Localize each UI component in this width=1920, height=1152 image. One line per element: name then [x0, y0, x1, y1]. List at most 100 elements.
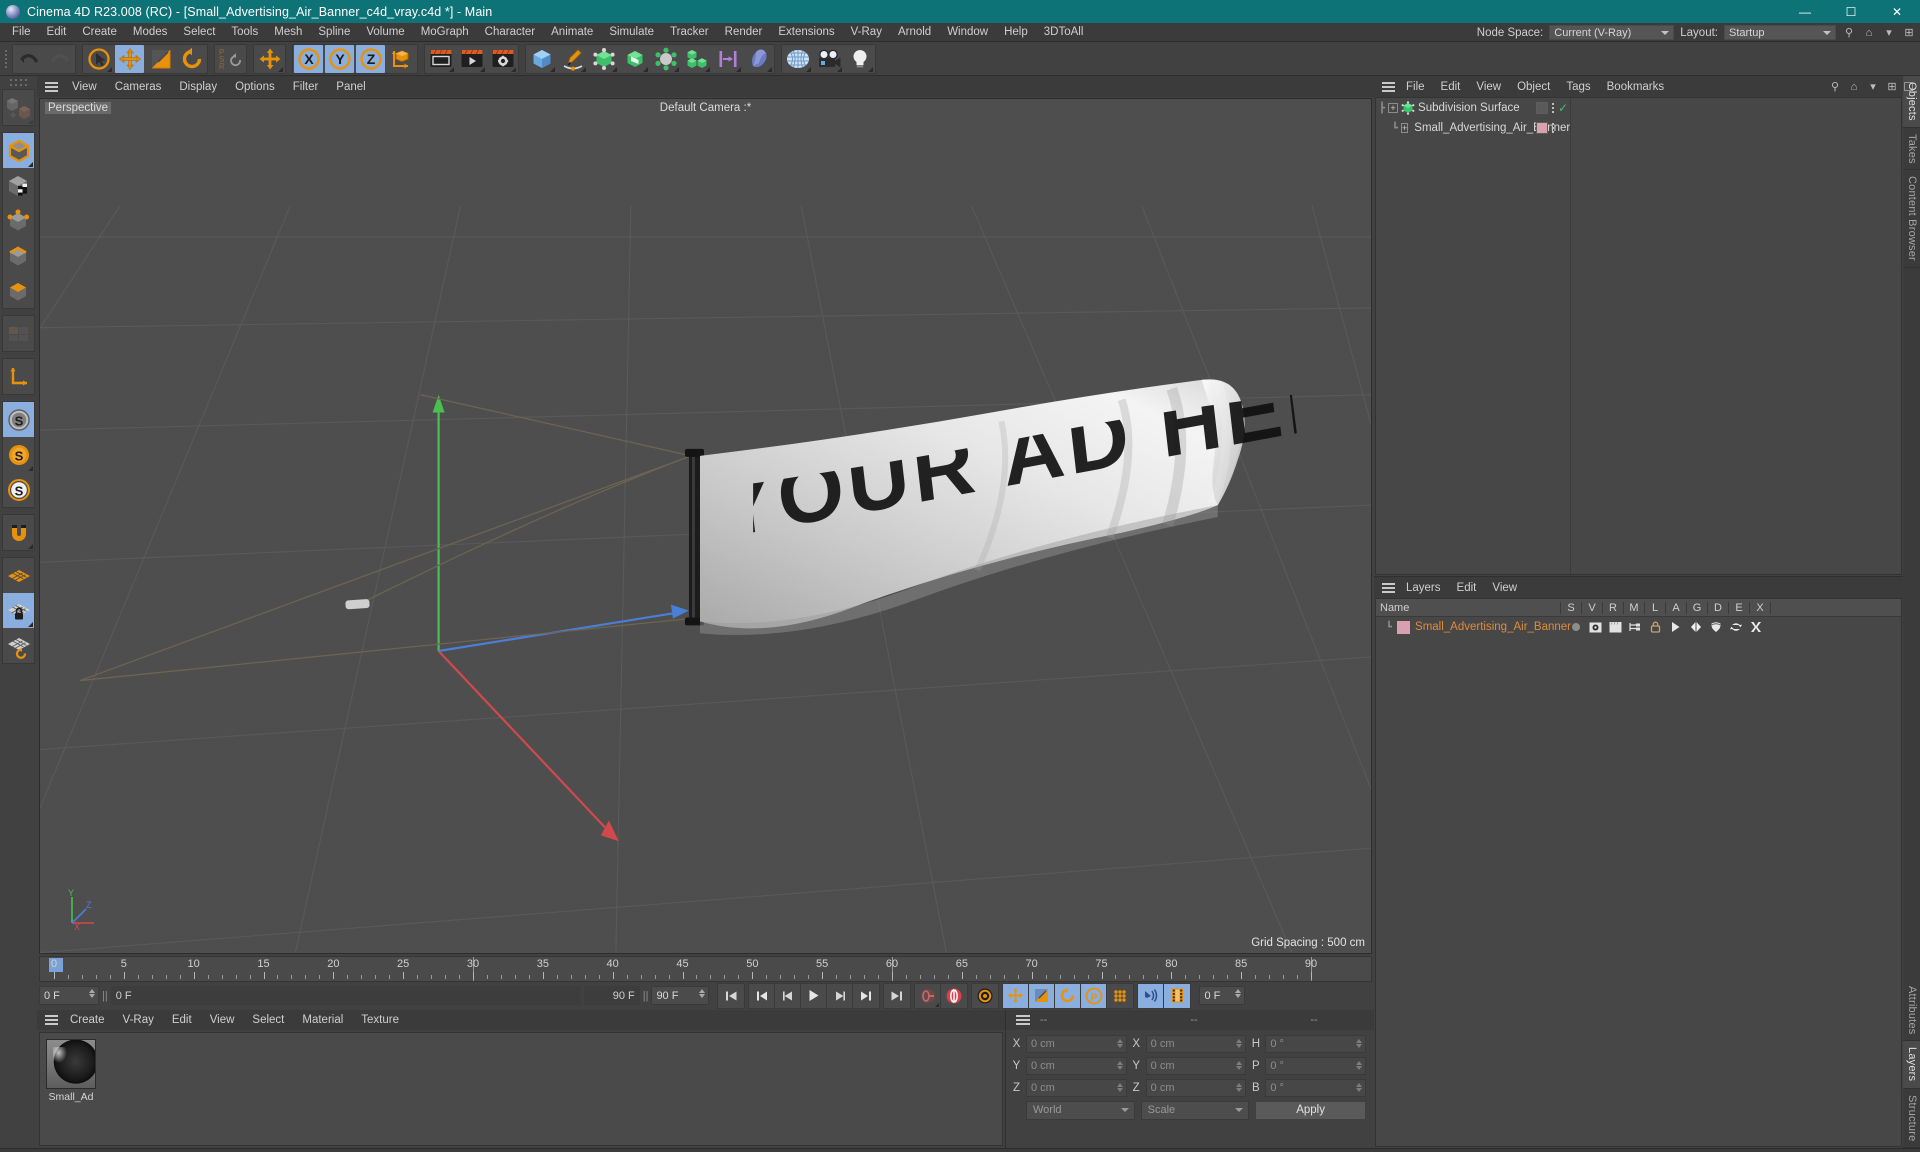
spinner-icon[interactable]	[699, 989, 706, 999]
minimize-button[interactable]: —	[1782, 0, 1828, 23]
generator-icon[interactable]	[1688, 621, 1703, 633]
viewport-3d[interactable]: Perspective Default Camera :* Grid Spaci…	[39, 98, 1372, 954]
spinner-icon[interactable]	[1356, 1060, 1363, 1070]
column-g[interactable]: G	[1687, 601, 1708, 614]
field-object-button[interactable]	[713, 44, 742, 73]
layers-menu-edit[interactable]: Edit	[1449, 582, 1485, 594]
column-l[interactable]: L	[1645, 601, 1666, 614]
spinner-icon[interactable]	[1116, 1060, 1123, 1070]
generator-nurbs-button[interactable]	[589, 44, 618, 73]
position-z-field[interactable]: 0 cm	[1026, 1078, 1127, 1097]
current-frame-field[interactable]: 0 F	[39, 986, 99, 1006]
column-x[interactable]: X	[1750, 601, 1771, 614]
left-toolbar-grip[interactable]	[10, 79, 27, 86]
object-dots-icon[interactable]	[1552, 123, 1554, 133]
position-y-field[interactable]: 0 cm	[1026, 1056, 1127, 1075]
viewport-menu-view[interactable]: View	[63, 81, 106, 93]
object-dots-icon[interactable]	[1552, 103, 1554, 113]
light-button[interactable]	[845, 44, 874, 73]
material-menu-icon[interactable]	[41, 1014, 61, 1025]
start-frame-grip[interactable]: ||	[102, 990, 108, 1002]
tab-content-browser[interactable]: Content Browser	[1903, 170, 1920, 269]
spinner-icon[interactable]	[1116, 1038, 1123, 1048]
xpresso-icon[interactable]	[1748, 621, 1763, 633]
record-rotation-button[interactable]	[1055, 983, 1082, 1008]
menu-help[interactable]: Help	[996, 23, 1036, 42]
menu-volume[interactable]: Volume	[358, 23, 412, 42]
menu-simulate[interactable]: Simulate	[601, 23, 662, 42]
menu-3dtoall[interactable]: 3DToAll	[1036, 23, 1092, 42]
menu-mesh[interactable]: Mesh	[266, 23, 310, 42]
psr-toggle[interactable]: PSR	[216, 44, 245, 73]
menu-arnold[interactable]: Arnold	[890, 23, 939, 42]
axis-x-toggle[interactable]: X	[294, 44, 323, 73]
node-space-select[interactable]: Current (V-Ray)	[1549, 25, 1675, 40]
coordinate-mode-select[interactable]: Scale	[1140, 1100, 1250, 1120]
object-menu-tags[interactable]: Tags	[1558, 81, 1598, 93]
render-settings-button[interactable]	[488, 44, 517, 73]
record-point-level-animation-button[interactable]	[1107, 983, 1134, 1008]
object-menu-file[interactable]: File	[1398, 81, 1433, 93]
menu-tracker[interactable]: Tracker	[662, 23, 717, 42]
menu-render[interactable]: Render	[717, 23, 771, 42]
expand-icon[interactable]: +	[1388, 103, 1399, 113]
preview-min-field[interactable]: 0 F	[110, 986, 581, 1006]
viewport-menu-options[interactable]: Options	[226, 81, 284, 93]
edge-mode-button[interactable]	[3, 238, 34, 273]
axis-z-toggle[interactable]: Z	[356, 44, 385, 73]
quantize-snap-button[interactable]: S	[3, 472, 34, 507]
column-d[interactable]: D	[1708, 601, 1729, 614]
animation-play-icon[interactable]	[1668, 621, 1683, 633]
filter-icon[interactable]: ▾	[1882, 26, 1896, 40]
add-icon[interactable]: ⊞	[1885, 80, 1899, 94]
menu-modes[interactable]: Modes	[125, 23, 176, 42]
material-menu-material[interactable]: Material	[293, 1014, 352, 1026]
expression-icon[interactable]	[1728, 621, 1743, 633]
spinner-icon[interactable]	[89, 989, 95, 999]
record-active-objects-button[interactable]	[941, 983, 968, 1008]
timeline-ruler[interactable]: 0 5 10 15 20 25 30 35 40 45 50 55 60 65 70 75 80 85 90	[39, 955, 1372, 982]
autokey-button[interactable]	[915, 983, 942, 1008]
object-menu-icon[interactable]	[1378, 81, 1398, 92]
spinner-icon[interactable]	[1236, 1038, 1243, 1048]
spinner-icon[interactable]	[1116, 1082, 1123, 1092]
coordinate-space-select[interactable]: World	[1026, 1100, 1135, 1120]
menu-tools[interactable]: Tools	[223, 23, 266, 42]
layers-menu-icon[interactable]	[1378, 582, 1398, 593]
rotation-b-field[interactable]: 0 °	[1265, 1078, 1367, 1097]
viewport-menu-panel[interactable]: Panel	[327, 81, 374, 93]
viewport-menu-filter[interactable]: Filter	[284, 81, 328, 93]
object-tree-empty-area[interactable]	[1571, 98, 1901, 574]
redo-button[interactable]	[45, 44, 74, 73]
check-icon[interactable]: ✓	[1558, 101, 1568, 115]
snap-settings-button[interactable]: S	[3, 437, 34, 472]
viewport-solo-button[interactable]	[3, 316, 34, 351]
add-layout-icon[interactable]: ⊞	[1902, 26, 1916, 40]
undo-button[interactable]	[14, 44, 43, 73]
object-tag[interactable]	[1536, 102, 1548, 114]
object-menu-view[interactable]: View	[1468, 81, 1509, 93]
step-back-button[interactable]	[775, 983, 802, 1008]
end-frame-grip[interactable]: ||	[643, 990, 649, 1002]
coordinates-menu-icon[interactable]	[1012, 1014, 1034, 1025]
world-object-coordinates-toggle[interactable]	[387, 44, 416, 73]
column-a[interactable]: A	[1666, 601, 1687, 614]
spinner-icon[interactable]	[1356, 1082, 1363, 1092]
rotation-p-field[interactable]: 0 °	[1265, 1056, 1367, 1075]
material-menu-create[interactable]: Create	[61, 1014, 114, 1026]
layer-row[interactable]: ┗ Small_Advertising_Air_Banner	[1376, 617, 1901, 637]
object-tag[interactable]	[1536, 122, 1548, 134]
menu-mograph[interactable]: MoGraph	[413, 23, 477, 42]
point-mode-button[interactable]	[3, 203, 34, 238]
record-scale-button[interactable]	[1029, 983, 1056, 1008]
menu-edit[interactable]: Edit	[39, 23, 75, 42]
menu-create[interactable]: Create	[74, 23, 125, 42]
home-icon[interactable]: ⌂	[1847, 80, 1861, 94]
search-icon[interactable]: ⚲	[1828, 80, 1842, 94]
viewport-menu-cameras[interactable]: Cameras	[106, 81, 171, 93]
camera-button[interactable]	[814, 44, 843, 73]
object-row-small-advertising-air-banner[interactable]: ┗ + Small_Advertising_Air_Banner	[1376, 118, 1570, 138]
live-selection-tool[interactable]	[84, 44, 113, 73]
tab-attributes[interactable]: Attributes	[1903, 979, 1920, 1042]
apply-button[interactable]: Apply	[1255, 1100, 1367, 1120]
